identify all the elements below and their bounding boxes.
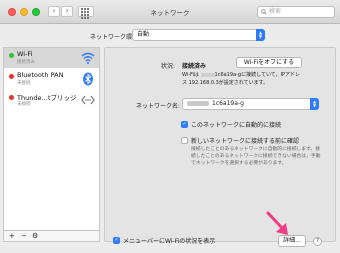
status-label: 状況: [161,63,176,70]
network-item-status: 未接続 [17,81,31,86]
network-item-name: Bluetooth PAN [17,71,64,79]
show-in-menubar-label: メニューバーにWi-Fiの状況を表示 [123,238,216,245]
redacted-text [187,101,209,106]
network-service-list: Wi-Fi 接続済み Bluetooth PAN 未接続 Thunde…tブリッ… [3,47,100,242]
help-button[interactable]: ? [313,237,322,246]
title-bar: ‹ › ネットワーク 検索 [0,0,340,24]
thunderbolt-bridge-icon [81,95,95,105]
status-value: 接続済み [182,63,207,70]
network-name-popup[interactable]: 1c6a19a-g ▲ ▼ [182,98,319,110]
search-input[interactable]: 検索 [257,6,335,18]
auto-join-checkbox[interactable]: ✓ [181,121,188,128]
remove-service-button[interactable]: − [21,231,27,241]
popup-stepper-icon: ▲ ▼ [310,98,319,110]
gear-icon[interactable]: ⚙ [32,231,38,241]
search-icon [261,9,267,15]
network-item-status: 接続済み [17,60,35,65]
network-item-bluetooth-pan[interactable]: Bluetooth PAN 未接続 [4,69,99,89]
network-item-name: Wi-Fi [17,50,33,58]
popup-stepper-icon: ▲ ▼ [256,29,265,41]
advanced-button[interactable]: 詳細... [278,235,306,247]
add-service-button[interactable]: + [9,231,15,241]
network-item-wifi[interactable]: Wi-Fi 接続済み [4,48,99,68]
redacted-text [200,72,215,77]
status-dot-icon [9,95,14,100]
location-value: 自動 [137,31,150,38]
sidebar-controls: + − ⚙ [4,230,99,241]
ask-join-label: 新しいネットワークに接続する前に確認 [191,138,300,145]
network-name-label: ネットワーク名: [136,103,181,110]
wifi-off-button[interactable]: Wi-Fiをオフにする [236,57,302,68]
ask-join-checkbox[interactable] [181,137,188,144]
show-in-menubar-checkbox[interactable]: ✓ [113,237,120,244]
ask-join-description: 接続したことのあるネットワークに自動的に接続します。接続したことのあるネットワー… [191,147,321,166]
bluetooth-icon [83,72,93,86]
auto-join-label: このネットワークに自動的に接続 [191,122,282,129]
network-name-value: 1c6a19a-g [212,100,244,107]
search-placeholder: 検索 [269,8,282,15]
status-dot-icon [9,53,14,58]
location-popup[interactable]: 自動 ▲ ▼ [132,29,265,41]
status-dot-icon [9,74,14,79]
wifi-icon [81,52,95,64]
network-item-status: 未接続 [17,102,31,107]
status-description: Wi-Fiは 1c6a19a-gに接続していて，IPアドレ ス 192.168.… [182,72,300,86]
network-item-thunderbolt-bridge[interactable]: Thunde…tブリッジ 未接続 [4,90,99,110]
